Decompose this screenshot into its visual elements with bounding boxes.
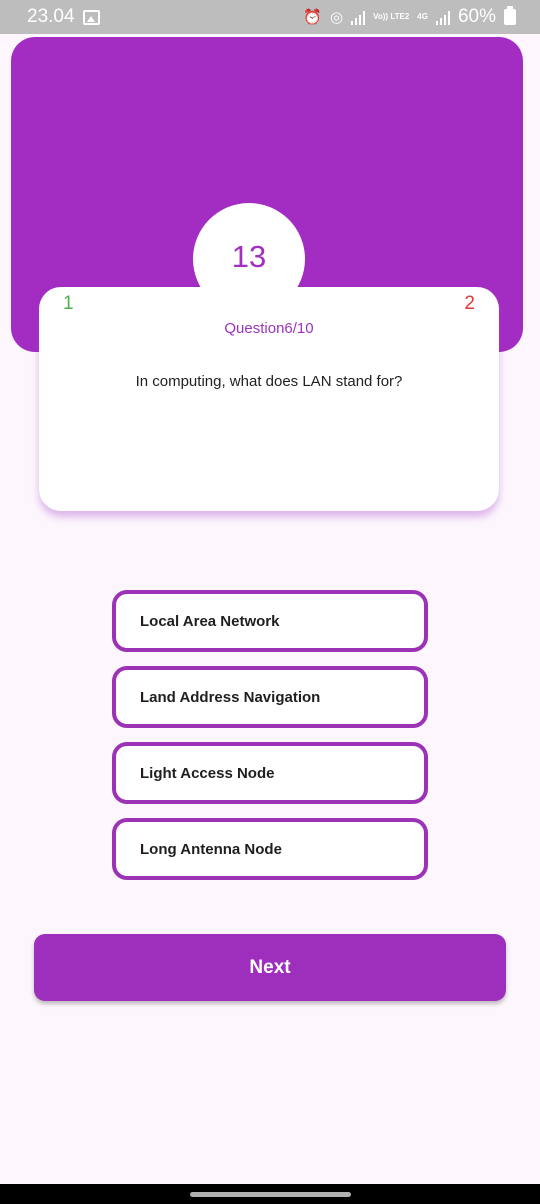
- answer-option-1[interactable]: Local Area Network: [112, 590, 428, 652]
- signal-sim2-icon: [435, 10, 450, 25]
- battery-icon: [504, 6, 516, 25]
- wrong-count: 2: [464, 293, 475, 314]
- status-bar: 23.04 ⏰ ◎ Vo)) LTE2 4G 60%: [0, 0, 540, 34]
- countdown-timer: 13: [193, 203, 305, 315]
- question-card: 1 2 Question6/10 In computing, what does…: [39, 287, 499, 511]
- answer-option-4[interactable]: Long Antenna Node: [112, 818, 428, 880]
- question-counter: Question6/10: [224, 320, 314, 337]
- navigation-bar: [0, 1184, 540, 1204]
- network-type-indicator: 4G: [417, 12, 428, 21]
- volte-indicator: Vo)) LTE2: [373, 12, 410, 21]
- timer-value: 13: [231, 239, 267, 274]
- home-gesture-handle[interactable]: [190, 1192, 351, 1197]
- answer-option-3[interactable]: Light Access Node: [112, 742, 428, 804]
- hotspot-icon: ◎: [330, 8, 344, 26]
- status-time: 23.04: [27, 6, 75, 27]
- correct-count: 1: [63, 293, 74, 314]
- answer-options: Local Area Network Land Address Navigati…: [112, 590, 428, 894]
- answer-option-2[interactable]: Land Address Navigation: [112, 666, 428, 728]
- question-text: In computing, what does LAN stand for?: [135, 373, 403, 390]
- gallery-notification-icon: [82, 9, 100, 25]
- battery-percent: 60%: [457, 6, 496, 27]
- signal-sim1-icon: [351, 10, 366, 25]
- next-button[interactable]: Next: [34, 934, 506, 1001]
- alarm-icon: ⏰: [303, 8, 323, 26]
